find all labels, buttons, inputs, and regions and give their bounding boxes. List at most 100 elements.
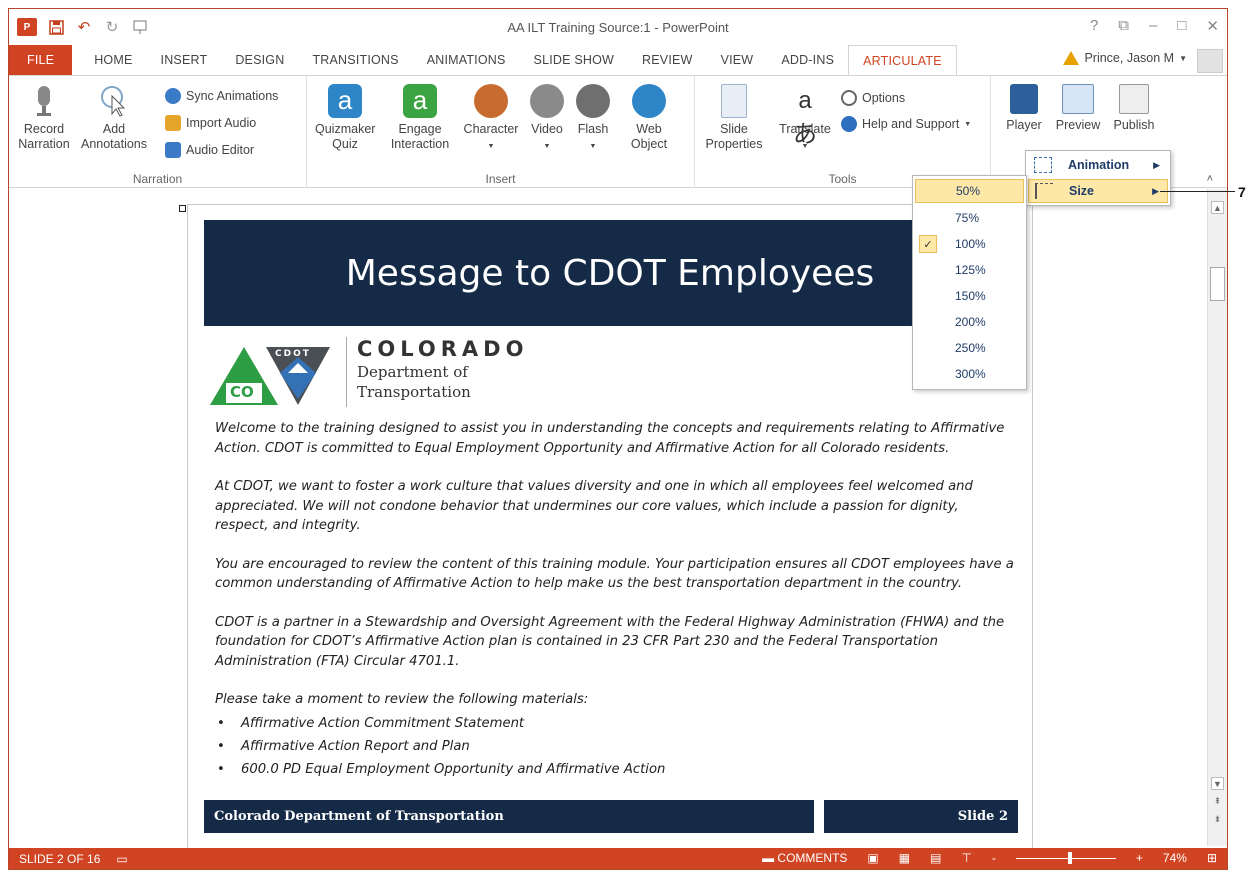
tab-file[interactable]: FILE [9, 45, 73, 75]
size-option-200[interactable]: 200% [915, 310, 1024, 334]
publish-button[interactable]: Publish [1107, 84, 1161, 133]
tab-articulate[interactable]: ARTICULATE [848, 45, 957, 75]
tab-transitions[interactable]: TRANSITIONS [298, 45, 412, 75]
maximize-icon[interactable]: □ [1177, 17, 1186, 35]
cursor-annotation-icon [101, 86, 126, 117]
comments-label: COMMENTS [777, 851, 848, 865]
record-narration-button[interactable]: Record Narration [13, 84, 75, 152]
normal-view-icon[interactable]: ▣ [867, 851, 878, 865]
menu-item-animation[interactable]: Animation ▶ [1028, 153, 1168, 177]
translate-label: Translate [779, 122, 831, 136]
size-option-300[interactable]: 300% [915, 362, 1024, 386]
quizmaker-quiz-button[interactable]: a Quizmaker Quiz [315, 84, 375, 152]
slide-show-icon[interactable]: ⊤ [961, 851, 971, 865]
size-option-75[interactable]: 75% [915, 206, 1024, 230]
web-object-button[interactable]: Web Object [619, 84, 679, 152]
collapse-ribbon-icon[interactable]: ˄ [1207, 173, 1213, 185]
size-submenu: 50% 75% ✓ 100% 125% 150% 200% 250% 300% [912, 175, 1027, 390]
slide-sorter-icon[interactable]: ▦ [899, 851, 910, 865]
ribbon-display-icon[interactable]: ⧉ [1118, 17, 1129, 35]
zoom-level[interactable]: 74% [1163, 851, 1187, 865]
slide-canvas[interactable]: Message to CDOT Employees CDOT CO COLORA… [187, 204, 1033, 850]
player-icon [1010, 84, 1038, 114]
help-icon[interactable]: ? [1090, 17, 1098, 35]
translate-icon: aあ [793, 87, 817, 148]
flash-icon [576, 84, 610, 118]
size-option-100[interactable]: ✓ 100% [915, 232, 1024, 256]
tab-slide-show[interactable]: SLIDE SHOW [520, 45, 629, 75]
zoom-out-button[interactable]: - [992, 851, 996, 865]
fit-to-window-icon[interactable]: ⊞ [1207, 851, 1217, 865]
add-annotations-button[interactable]: Add Annotations [69, 84, 159, 152]
powerpoint-window: P ↶ ↻ AA ILT Training Source:1 - PowerPo… [8, 8, 1228, 870]
tab-add-ins[interactable]: ADD-INS [767, 45, 848, 75]
next-slide-icon[interactable]: ⇟ [1211, 813, 1224, 826]
tab-animations[interactable]: ANIMATIONS [413, 45, 520, 75]
tab-review[interactable]: REVIEW [628, 45, 707, 75]
zoom-slider-thumb[interactable] [1067, 851, 1072, 864]
warning-icon [1063, 51, 1080, 65]
help-support-button[interactable]: Help and Support ▼ [841, 116, 971, 132]
engage-interaction-button[interactable]: a Engage Interaction [385, 84, 455, 152]
import-audio-label: Import Audio [186, 116, 257, 130]
preview-icon [1062, 84, 1094, 114]
vertical-scrollbar[interactable]: ▲ ▼ ⇞ ⇟ [1207, 189, 1227, 846]
tab-view[interactable]: VIEW [707, 45, 768, 75]
user-account[interactable]: Prince, Jason M ▼ [1063, 51, 1187, 65]
character-button[interactable]: Character ▼ [461, 84, 521, 154]
video-label: Video [531, 122, 563, 136]
size-option-150[interactable]: 150% [915, 284, 1024, 308]
scroll-thumb[interactable] [1210, 267, 1225, 301]
comments-button[interactable]: ▬ COMMENTS [762, 851, 847, 865]
options-button[interactable]: Options [841, 90, 905, 106]
window-title: AA ILT Training Source:1 - PowerPoint [507, 20, 729, 35]
scroll-up-icon[interactable]: ▲ [1211, 201, 1224, 214]
size-option-100-label: 100% [955, 237, 986, 251]
previous-slide-icon[interactable]: ⇞ [1211, 795, 1224, 808]
flash-label: Flash [577, 122, 609, 136]
close-icon[interactable]: ✕ [1206, 17, 1219, 35]
size-option-125[interactable]: 125% [915, 258, 1024, 282]
avatar[interactable] [1197, 49, 1223, 73]
insert-group-label: Insert [485, 172, 516, 186]
slide-properties-button[interactable]: Slide Properties [699, 84, 769, 152]
logo-co-letters: CO [230, 383, 254, 401]
slide-footer-left: Colorado Department of Transportation [204, 800, 814, 833]
minimize-icon[interactable]: – [1149, 17, 1157, 35]
zoom-in-button[interactable]: + [1136, 851, 1143, 865]
tab-insert[interactable]: INSERT [147, 45, 222, 75]
notes-icon[interactable]: ▭ [116, 852, 127, 866]
character-icon [474, 84, 508, 118]
articulate-context-menu: Animation ▶ Size ▶ [1025, 150, 1171, 206]
menu-item-size[interactable]: Size ▶ [1028, 179, 1168, 203]
slide-counter: SLIDE 2 OF 16 [19, 852, 101, 866]
sync-animations-button[interactable]: Sync Animations [165, 88, 278, 104]
preview-button[interactable]: Preview [1051, 84, 1105, 133]
scroll-down-icon[interactable]: ▼ [1211, 777, 1224, 790]
video-button[interactable]: Video ▼ [525, 84, 569, 154]
list-item: Affirmative Action Commitment Statement [215, 712, 1015, 735]
size-option-50[interactable]: 50% [915, 179, 1024, 203]
add-annotations-label: Add Annotations [80, 122, 148, 151]
player-button[interactable]: Player [999, 84, 1049, 133]
translate-button[interactable]: aあ Translate ▼ [773, 84, 837, 154]
microphone-icon [37, 86, 51, 116]
menu-item-animation-label: Animation [1068, 158, 1130, 172]
slide-properties-label: Slide Properties [705, 122, 763, 151]
submenu-arrow-icon: ▶ [1152, 185, 1159, 196]
selection-handle[interactable] [179, 205, 186, 212]
reading-view-icon[interactable]: ▤ [930, 851, 941, 865]
size-option-250[interactable]: 250% [915, 336, 1024, 360]
status-left: SLIDE 2 OF 16 ▭ [19, 852, 128, 866]
slide-properties-icon [721, 84, 747, 118]
slide-title[interactable]: Message to CDOT Employees [204, 220, 1016, 326]
import-audio-button[interactable]: Import Audio [165, 115, 256, 131]
slide-body[interactable]: Welcome to the training designed to assi… [215, 419, 1015, 781]
audio-editor-button[interactable]: Audio Editor [165, 142, 254, 158]
zoom-slider[interactable] [1015, 851, 1116, 864]
chevron-down-icon: ▼ [1179, 53, 1187, 63]
flash-button[interactable]: Flash ▼ [571, 84, 615, 154]
slide-footer-right: Slide 2 [824, 800, 1018, 833]
tab-design[interactable]: DESIGN [221, 45, 298, 75]
tab-home[interactable]: HOME [80, 45, 146, 75]
